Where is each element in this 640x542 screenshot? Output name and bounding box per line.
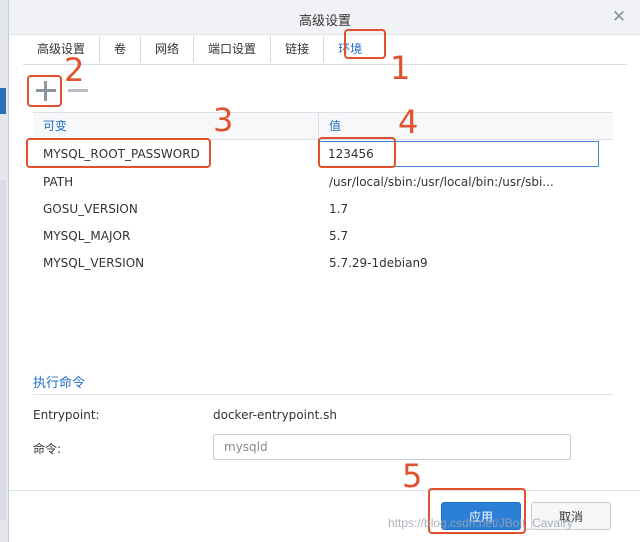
background-panel-strip <box>0 180 6 520</box>
footer-divider <box>9 490 640 491</box>
tab-port-settings[interactable]: 端口设置 <box>194 36 272 62</box>
entrypoint-label: Entrypoint: <box>33 408 100 422</box>
dialog-titlebar: 高级设置 ✕ <box>9 0 640 35</box>
tab-divider <box>23 64 627 65</box>
tab-network[interactable]: 网络 <box>141 36 195 62</box>
command-input[interactable]: mysqld <box>213 434 571 460</box>
annotation-number-2: 2 <box>64 51 85 89</box>
table-row[interactable]: PATH /usr/local/sbin:/usr/local/bin:/usr… <box>33 168 613 195</box>
annotation-number-1: 1 <box>390 49 411 87</box>
watermark-text: https://blog.csdn.net/JBolt_Cavalry <box>388 516 573 530</box>
section-divider <box>33 394 613 395</box>
variable-name-cell[interactable]: MYSQL_MAJOR <box>33 229 319 243</box>
column-header-variable[interactable]: 可变 <box>33 113 319 139</box>
variable-name-cell[interactable]: MYSQL_VERSION <box>33 256 319 270</box>
exec-section-title: 执行命令 <box>33 376 86 391</box>
dialog-title: 高级设置 <box>298 14 351 29</box>
annotation-box-add-button <box>27 75 62 107</box>
column-header-value[interactable]: 值 <box>319 113 613 139</box>
variable-value-cell[interactable]: /usr/local/sbin:/usr/local/bin:/usr/sbi.… <box>319 175 613 189</box>
tab-volume[interactable]: 卷 <box>100 36 142 62</box>
entrypoint-value: docker-entrypoint.sh <box>213 408 337 422</box>
background-accent-strip <box>0 88 6 114</box>
annotation-box-variable-value <box>318 137 396 168</box>
tab-links[interactable]: 链接 <box>271 36 325 62</box>
annotation-number-4: 4 <box>398 103 419 141</box>
table-header: 可变 值 <box>33 113 613 140</box>
annotation-box-environment-tab <box>344 29 386 59</box>
table-row[interactable]: MYSQL_MAJOR 5.7 <box>33 222 613 249</box>
annotation-number-5: 5 <box>402 457 423 495</box>
variable-value-cell[interactable]: 5.7.29-1debian9 <box>319 256 613 270</box>
variable-name-cell[interactable]: GOSU_VERSION <box>33 202 319 216</box>
variable-value-cell[interactable]: 1.7 <box>319 202 613 216</box>
annotation-number-3: 3 <box>213 101 234 139</box>
close-icon[interactable]: ✕ <box>611 9 627 26</box>
variable-name-cell[interactable]: PATH <box>33 175 319 189</box>
command-label: 命令: <box>33 442 62 456</box>
tab-advanced-settings[interactable]: 高级设置 <box>23 36 101 62</box>
variable-value-cell[interactable]: 5.7 <box>319 229 613 243</box>
table-row[interactable]: MYSQL_VERSION 5.7.29-1debian9 <box>33 249 613 276</box>
advanced-settings-dialog: 高级设置 ✕ 高级设置 卷 网络 端口设置 链接 环境 可变 值 MYSQL_R… <box>8 0 640 542</box>
table-row[interactable]: GOSU_VERSION 1.7 <box>33 195 613 222</box>
annotation-box-variable-name <box>26 138 211 168</box>
